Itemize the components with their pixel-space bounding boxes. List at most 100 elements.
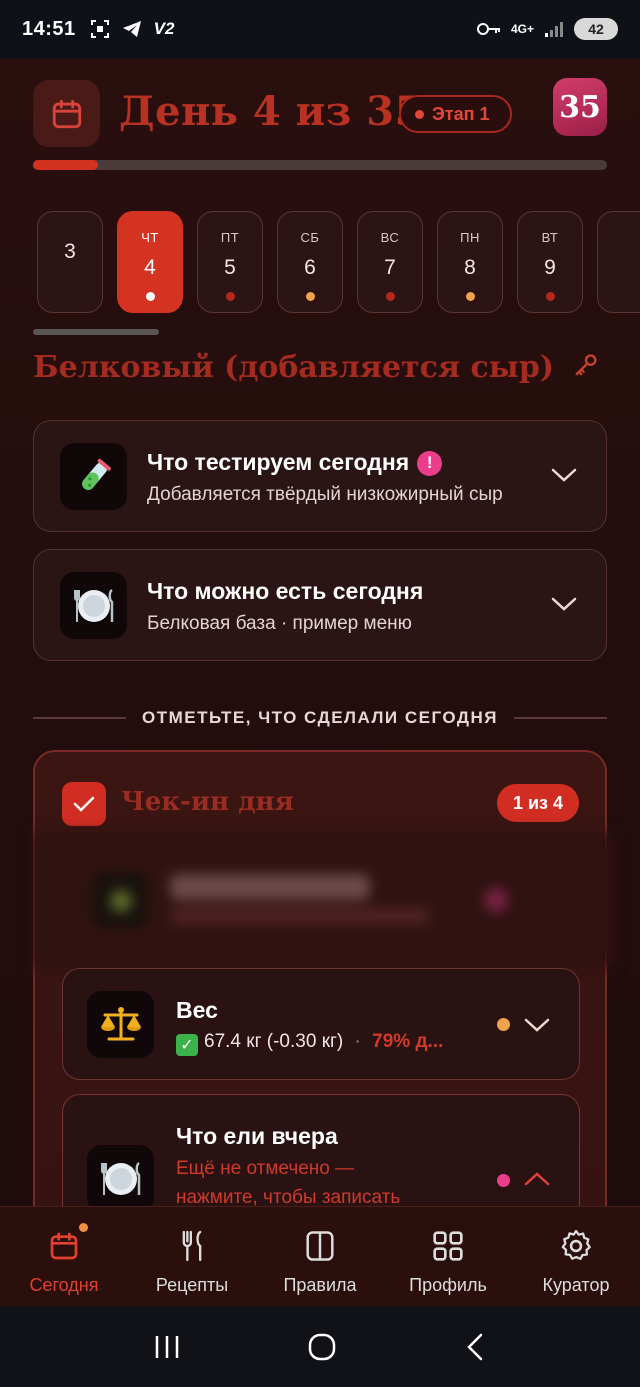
day-item-7[interactable]: ВС 7 xyxy=(357,211,423,313)
stage-badge[interactable]: Этап 1 xyxy=(399,95,512,133)
day-status-dot xyxy=(545,292,555,301)
day-number: 9 xyxy=(544,256,556,279)
day-item-5[interactable]: ПТ 5 xyxy=(197,211,263,313)
allowed-food-title: Что можно есть сегодня xyxy=(147,578,424,604)
gear-icon xyxy=(561,1229,591,1261)
nav-label: Рецепты xyxy=(155,1275,229,1295)
telegram-icon xyxy=(122,21,141,37)
bottom-navigation: Сегодня Рецепты Правила Профиль Куратор xyxy=(0,1206,640,1306)
checkin-divider-label: ОТМЕТЬТЕ, ЧТО СДЕЛАЛИ СЕГОДНЯ xyxy=(142,708,498,727)
book-icon xyxy=(306,1231,334,1261)
v2-icon: V2 xyxy=(153,19,175,38)
test-today-card[interactable]: Что тестируем сегодня! Добавляется твёрд… xyxy=(33,420,607,532)
chevron-up-icon[interactable] xyxy=(523,1169,551,1189)
status-bar: 14:51 V2 4G+ 42 xyxy=(0,0,640,58)
system-navigation-bar xyxy=(0,1306,640,1387)
chevron-down-icon[interactable] xyxy=(523,1015,551,1035)
status-time: 14:51 xyxy=(22,17,76,40)
day-weekday: СБ xyxy=(300,230,320,245)
screenshot-icon xyxy=(90,20,109,38)
blurred-checkin-item[interactable] xyxy=(32,832,614,968)
phase-title: Белковый (добавляется сыр) xyxy=(33,350,600,385)
day-weekday: ЧТ xyxy=(141,230,159,245)
day-item-next[interactable] xyxy=(597,211,640,313)
test-today-subtitle: Добавляется твёрдый низкожирный сыр xyxy=(147,484,503,505)
nav-label: Профиль xyxy=(409,1275,487,1295)
day-item-4[interactable]: ЧТ 4 xyxy=(117,211,183,313)
grid-icon xyxy=(433,1231,463,1261)
day-weekday: ВС xyxy=(380,230,400,245)
day-weekday: ПТ xyxy=(220,230,240,245)
weight-title: Вес xyxy=(176,997,218,1023)
stage-label: Этап 1 xyxy=(432,103,490,124)
nav-label: Правила xyxy=(283,1275,357,1295)
nav-profile[interactable]: Профиль xyxy=(384,1207,512,1306)
vpn-key-icon xyxy=(476,23,500,35)
app-screen: 14:51 V2 4G+ 42 День 4 из 35 Этап 1 35 3… xyxy=(0,0,640,1387)
daily-checkin-block: Чек-ин дня 1 из 4 Вес ✓ 67.4 кг (-0.30 кг… xyxy=(32,750,614,1274)
nav-today-notification-dot xyxy=(79,1223,88,1232)
back-icon[interactable] xyxy=(463,1332,487,1362)
nav-label: Сегодня xyxy=(29,1275,99,1295)
weight-separator: · xyxy=(354,1031,361,1052)
checkin-divider: ОТМЕТЬТЕ, ЧТО СДЕЛАЛИ СЕГОДНЯ xyxy=(33,706,607,730)
signal-icon xyxy=(545,22,563,37)
day-number: 4 xyxy=(144,256,156,279)
day-status-dot xyxy=(145,292,155,301)
program-length-badge[interactable]: 35 xyxy=(553,78,607,136)
checkin-checkbox[interactable] xyxy=(62,782,106,826)
day-status-dot xyxy=(225,292,235,301)
allowed-food-card[interactable]: Что можно есть сегодня Белковая база · п… xyxy=(33,549,607,661)
day-selector[interactable]: 3 ЧТ 4 ПТ 5 СБ 6 ВС 7 ПН 8 ВТ 9 xyxy=(37,211,640,313)
checkin-title: Чек-ин дня xyxy=(121,787,294,817)
weight-checkin-item[interactable]: Вес ✓ 67.4 кг (-0.30 кг) · 79% д... xyxy=(62,968,580,1080)
yesterday-food-title: Что ели вчера xyxy=(176,1123,338,1149)
alert-badge: ! xyxy=(417,450,443,476)
yesterday-food-hint-1: Ещё не отмечено — xyxy=(176,1158,355,1179)
day-status-dot xyxy=(385,292,395,301)
home-icon[interactable] xyxy=(307,1332,337,1362)
test-tube-icon xyxy=(60,443,127,510)
nav-label: Куратор xyxy=(542,1275,610,1295)
calendar-icon xyxy=(52,99,81,128)
nav-today[interactable]: Сегодня xyxy=(0,1207,128,1306)
checkin-progress-badge: 1 из 4 xyxy=(496,784,579,822)
calendar-button[interactable] xyxy=(33,80,100,147)
calendar-icon xyxy=(50,1232,78,1260)
day-item-9[interactable]: ВТ 9 xyxy=(517,211,583,313)
day-number: 5 xyxy=(224,256,236,279)
scales-icon xyxy=(87,991,154,1058)
weight-value: 67.4 кг (-0.30 кг) xyxy=(204,1031,344,1052)
cutlery-icon xyxy=(182,1230,202,1262)
test-today-title: Что тестируем сегодня! xyxy=(147,449,443,476)
chevron-down-icon[interactable] xyxy=(550,465,578,485)
recent-apps-icon[interactable] xyxy=(153,1333,181,1361)
day-number: 3 xyxy=(64,240,76,263)
weight-summary: ✓ 67.4 кг (-0.30 кг) · 79% д... xyxy=(176,1031,443,1056)
check-mark-icon: ✓ xyxy=(176,1034,198,1056)
day-status-dot xyxy=(465,292,475,301)
weight-status-dot xyxy=(497,1018,510,1031)
day-selector-scrollbar[interactable] xyxy=(33,329,159,335)
chevron-down-icon[interactable] xyxy=(550,594,578,614)
plate-icon xyxy=(60,572,127,639)
day-item-6[interactable]: СБ 6 xyxy=(277,211,343,313)
key-icon xyxy=(572,354,600,383)
checkmark-icon xyxy=(73,796,95,812)
nav-rules[interactable]: Правила xyxy=(256,1207,384,1306)
day-number: 7 xyxy=(384,256,396,279)
nav-recipes[interactable]: Рецепты xyxy=(128,1207,256,1306)
allowed-food-subtitle: Белковая база · пример меню xyxy=(147,613,412,634)
yesterday-status-dot xyxy=(497,1174,510,1187)
stage-dot xyxy=(415,109,424,119)
day-item-8[interactable]: ПН 8 xyxy=(437,211,503,313)
battery-indicator: 42 xyxy=(574,18,618,40)
weight-percent: 79% д... xyxy=(372,1031,444,1052)
program-progress-fill xyxy=(33,160,99,170)
day-number: 6 xyxy=(304,256,316,279)
day-status-dot xyxy=(305,292,315,301)
day-weekday: ПН xyxy=(460,230,480,245)
phase-title-text: Белковый (добавляется сыр) xyxy=(33,350,555,385)
nav-curator[interactable]: Куратор xyxy=(512,1207,640,1306)
day-item-3[interactable]: 3 xyxy=(37,211,103,313)
